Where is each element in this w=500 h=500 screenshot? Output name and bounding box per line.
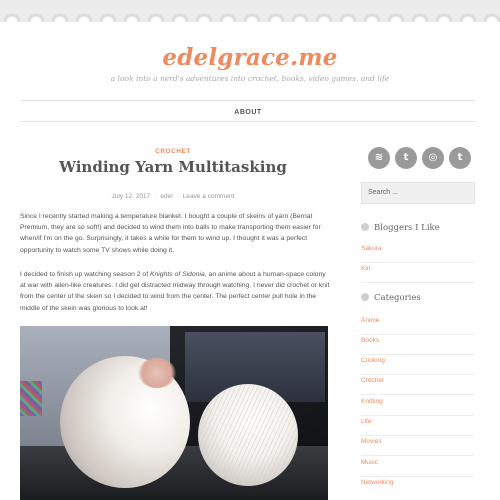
category-link[interactable]: Music bbox=[361, 457, 475, 477]
site-tagline: a look into a nerd's adventures into cro… bbox=[110, 74, 390, 83]
post-date-link[interactable]: July 12, 2017 bbox=[112, 193, 151, 200]
post-author-link[interactable]: edel bbox=[160, 193, 172, 200]
blogger-link[interactable]: Sakura bbox=[361, 243, 475, 263]
twitter-icon[interactable]: t bbox=[395, 147, 417, 169]
category-link[interactable]: Networking bbox=[361, 477, 475, 497]
instagram-icon[interactable]: ◎ bbox=[422, 147, 444, 169]
search-input[interactable]: Search ... bbox=[361, 182, 475, 204]
category-link[interactable]: Crochet bbox=[361, 375, 475, 395]
site-title[interactable]: edelgrace.me bbox=[0, 44, 500, 71]
nav-item-about[interactable]: ABOUT bbox=[234, 102, 261, 123]
tumblr-icon[interactable]: t bbox=[449, 147, 471, 169]
category-link[interactable]: Anime bbox=[361, 315, 475, 335]
post-meta: July 12, 2017 · edel · Leave a comment bbox=[111, 193, 235, 200]
social-links: ≋ t ◎ t bbox=[368, 147, 472, 169]
post-title[interactable]: Winding Yarn Multitasking bbox=[20, 158, 326, 176]
widget-title-categories: Categories bbox=[361, 293, 475, 303]
post-category-link[interactable]: CROCHET bbox=[20, 148, 326, 155]
category-link[interactable]: Cooking bbox=[361, 355, 475, 375]
yarn-photo[interactable] bbox=[20, 326, 328, 500]
anime-title: Knights of Sidonia bbox=[149, 271, 205, 278]
category-link[interactable]: Movies bbox=[361, 436, 475, 456]
bullet-icon bbox=[361, 223, 369, 231]
category-link[interactable]: Life bbox=[361, 416, 475, 436]
category-link[interactable]: Knitting bbox=[361, 396, 475, 416]
post-paragraph: Since I recently started making a temper… bbox=[20, 213, 321, 254]
bullet-icon bbox=[361, 293, 369, 301]
widget-title-bloggers: Bloggers I Like bbox=[361, 223, 475, 233]
post-paragraph: I decided to finish up watching season 2… bbox=[20, 271, 330, 312]
decorative-header-band bbox=[0, 0, 500, 22]
blogger-link[interactable]: Kin bbox=[361, 263, 475, 283]
leave-comment-link[interactable]: Leave a comment bbox=[183, 193, 235, 200]
buffer-icon[interactable]: ≋ bbox=[368, 147, 390, 169]
main-nav: ABOUT bbox=[20, 100, 476, 122]
category-link[interactable]: Books bbox=[361, 335, 475, 355]
